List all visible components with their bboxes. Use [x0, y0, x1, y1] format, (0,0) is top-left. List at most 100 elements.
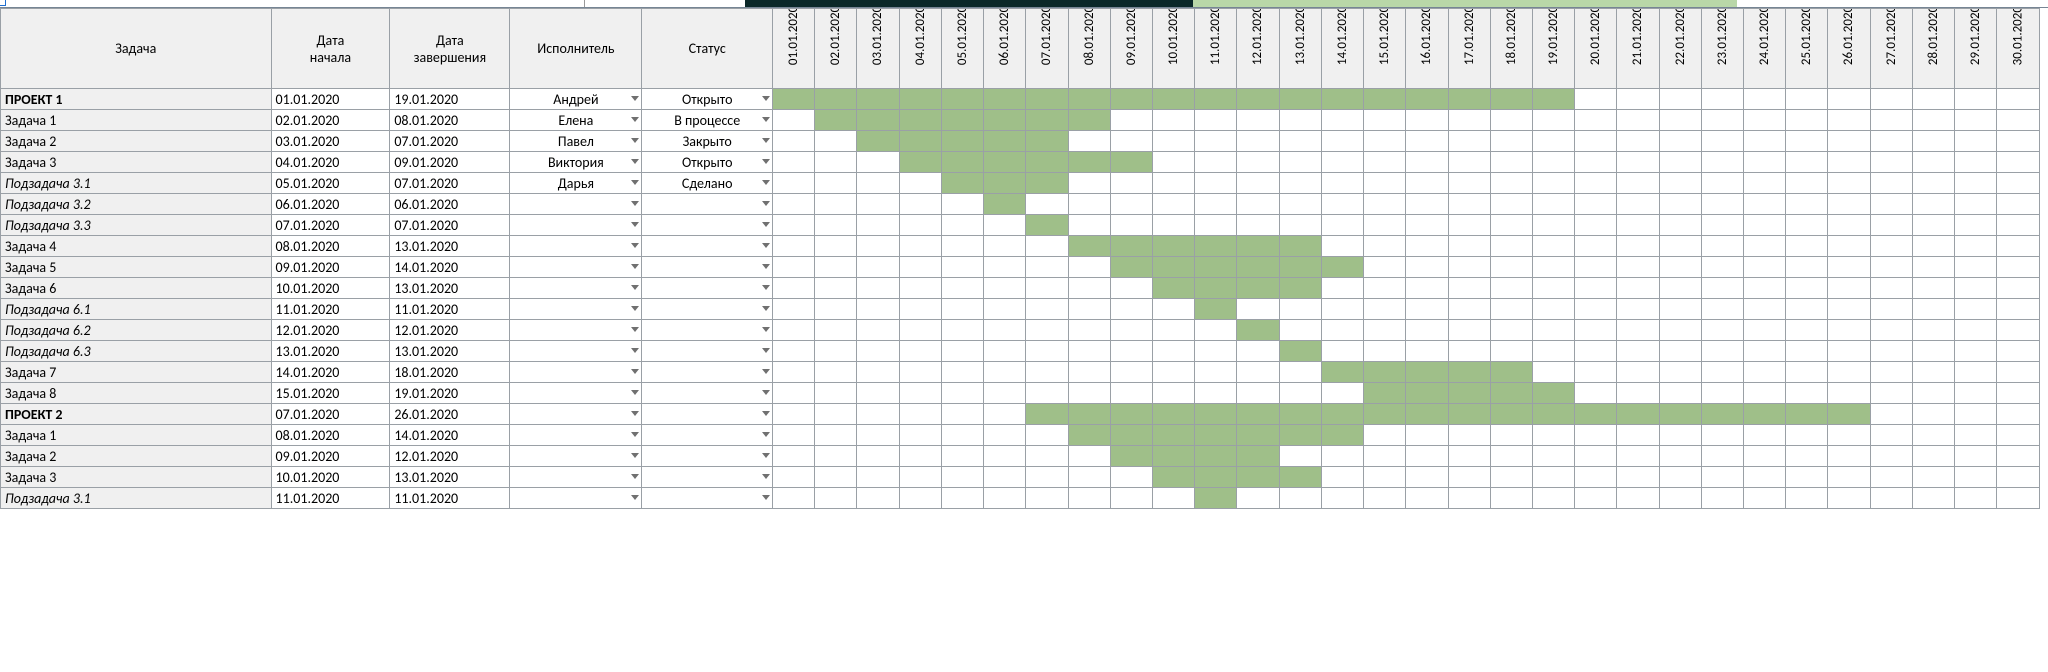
chevron-down-icon[interactable] — [762, 243, 770, 248]
gantt-day-cell[interactable] — [1912, 194, 1954, 215]
gantt-day-cell[interactable] — [1617, 236, 1659, 257]
gantt-day-cell[interactable] — [1110, 152, 1152, 173]
gantt-day-cell[interactable] — [1364, 446, 1406, 467]
gantt-day-cell[interactable] — [1321, 320, 1363, 341]
gantt-day-cell[interactable] — [1110, 404, 1152, 425]
gantt-day-cell[interactable] — [1744, 362, 1786, 383]
executor-dropdown[interactable] — [510, 383, 642, 404]
gantt-day-cell[interactable] — [1279, 341, 1321, 362]
gantt-day-cell[interactable] — [1955, 215, 1997, 236]
gantt-day-cell[interactable] — [773, 362, 815, 383]
end-date-cell[interactable]: 12.01.2020 — [390, 446, 510, 467]
gantt-day-cell[interactable] — [1659, 299, 1701, 320]
gantt-day-cell[interactable] — [1026, 299, 1068, 320]
gantt-day-cell[interactable] — [1237, 467, 1279, 488]
end-date-cell[interactable]: 07.01.2020 — [390, 131, 510, 152]
executor-dropdown[interactable] — [510, 320, 642, 341]
gantt-day-cell[interactable] — [857, 404, 899, 425]
col-hdr-exec[interactable]: Исполнитель — [510, 9, 642, 89]
gantt-day-cell[interactable] — [1786, 215, 1828, 236]
gantt-day-cell[interactable] — [1152, 215, 1194, 236]
task-name-cell[interactable]: Задача 3 — [1, 152, 272, 173]
gantt-day-cell[interactable] — [1997, 236, 2040, 257]
gantt-day-cell[interactable] — [1575, 236, 1617, 257]
gantt-day-cell[interactable] — [1912, 404, 1954, 425]
gantt-day-cell[interactable] — [1448, 320, 1490, 341]
gantt-day-cell[interactable] — [1068, 362, 1110, 383]
gantt-day-cell[interactable] — [1237, 341, 1279, 362]
task-name-cell[interactable]: Задача 8 — [1, 383, 272, 404]
end-date-cell[interactable]: 13.01.2020 — [390, 236, 510, 257]
gantt-day-cell[interactable] — [1279, 215, 1321, 236]
gantt-day-cell[interactable] — [899, 467, 941, 488]
gantt-day-cell[interactable] — [1195, 131, 1237, 152]
gantt-day-cell[interactable] — [1744, 383, 1786, 404]
gantt-day-cell[interactable] — [1026, 488, 1068, 509]
gantt-day-cell[interactable] — [1195, 404, 1237, 425]
gantt-day-cell[interactable] — [1321, 257, 1363, 278]
gantt-day-cell[interactable] — [1617, 89, 1659, 110]
chevron-down-icon[interactable] — [762, 222, 770, 227]
task-name-cell[interactable]: Задача 1 — [1, 425, 272, 446]
gantt-day-cell[interactable] — [773, 320, 815, 341]
gantt-day-cell[interactable] — [1828, 257, 1870, 278]
gantt-day-cell[interactable] — [941, 299, 983, 320]
gantt-day-cell[interactable] — [1617, 320, 1659, 341]
gantt-day-cell[interactable] — [984, 278, 1026, 299]
gantt-day-cell[interactable] — [1828, 488, 1870, 509]
status-dropdown[interactable]: Открыто — [642, 152, 773, 173]
gantt-day-cell[interactable] — [1828, 425, 1870, 446]
gantt-day-cell[interactable] — [1575, 467, 1617, 488]
gantt-day-cell[interactable] — [1110, 425, 1152, 446]
gantt-day-cell[interactable] — [1912, 341, 1954, 362]
gantt-day-cell[interactable] — [1955, 131, 1997, 152]
chevron-down-icon[interactable] — [762, 306, 770, 311]
gantt-day-cell[interactable] — [1659, 467, 1701, 488]
gantt-day-cell[interactable] — [815, 446, 857, 467]
chevron-down-icon[interactable] — [631, 285, 639, 290]
gantt-day-cell[interactable] — [1955, 320, 1997, 341]
end-date-cell[interactable]: 06.01.2020 — [390, 194, 510, 215]
gantt-day-cell[interactable] — [1448, 488, 1490, 509]
gantt-day-cell[interactable] — [1364, 320, 1406, 341]
gantt-day-cell[interactable] — [1575, 173, 1617, 194]
table-row[interactable]: Задача 815.01.202019.01.2020 — [1, 383, 2040, 404]
gantt-day-cell[interactable] — [1575, 425, 1617, 446]
table-row[interactable]: Подзадача 3.206.01.202006.01.2020 — [1, 194, 2040, 215]
gantt-day-cell[interactable] — [899, 131, 941, 152]
table-row[interactable]: Задача 108.01.202014.01.2020 — [1, 425, 2040, 446]
gantt-day-cell[interactable] — [1828, 446, 1870, 467]
gantt-day-cell[interactable] — [857, 152, 899, 173]
gantt-day-cell[interactable] — [1617, 341, 1659, 362]
gantt-day-cell[interactable] — [1532, 404, 1574, 425]
gantt-day-cell[interactable] — [1870, 362, 1912, 383]
gantt-day-cell[interactable] — [1786, 89, 1828, 110]
date-col-header[interactable]: 13.01.2020 — [1279, 9, 1321, 89]
col-hdr-task[interactable]: Задача — [1, 9, 272, 89]
end-date-cell[interactable]: 13.01.2020 — [390, 278, 510, 299]
gantt-day-cell[interactable] — [1744, 236, 1786, 257]
gantt-day-cell[interactable] — [1912, 215, 1954, 236]
gantt-day-cell[interactable] — [899, 89, 941, 110]
gantt-day-cell[interactable] — [1195, 425, 1237, 446]
gantt-day-cell[interactable] — [1659, 404, 1701, 425]
status-dropdown[interactable] — [642, 467, 773, 488]
chevron-down-icon[interactable] — [762, 495, 770, 500]
gantt-day-cell[interactable] — [1237, 89, 1279, 110]
gantt-day-cell[interactable] — [1828, 110, 1870, 131]
gantt-day-cell[interactable] — [1575, 278, 1617, 299]
gantt-day-cell[interactable] — [1870, 194, 1912, 215]
gantt-day-cell[interactable] — [1701, 446, 1743, 467]
gantt-day-cell[interactable] — [1448, 215, 1490, 236]
gantt-day-cell[interactable] — [1955, 425, 1997, 446]
gantt-day-cell[interactable] — [1617, 425, 1659, 446]
gantt-day-cell[interactable] — [1912, 152, 1954, 173]
gantt-day-cell[interactable] — [1617, 299, 1659, 320]
gantt-day-cell[interactable] — [1828, 131, 1870, 152]
gantt-day-cell[interactable] — [1955, 362, 1997, 383]
gantt-day-cell[interactable] — [1997, 215, 2040, 236]
date-col-header[interactable]: 04.01.2020 — [899, 9, 941, 89]
gantt-day-cell[interactable] — [1997, 110, 2040, 131]
gantt-day-cell[interactable] — [1026, 383, 1068, 404]
start-date-cell[interactable]: 11.01.2020 — [271, 488, 390, 509]
